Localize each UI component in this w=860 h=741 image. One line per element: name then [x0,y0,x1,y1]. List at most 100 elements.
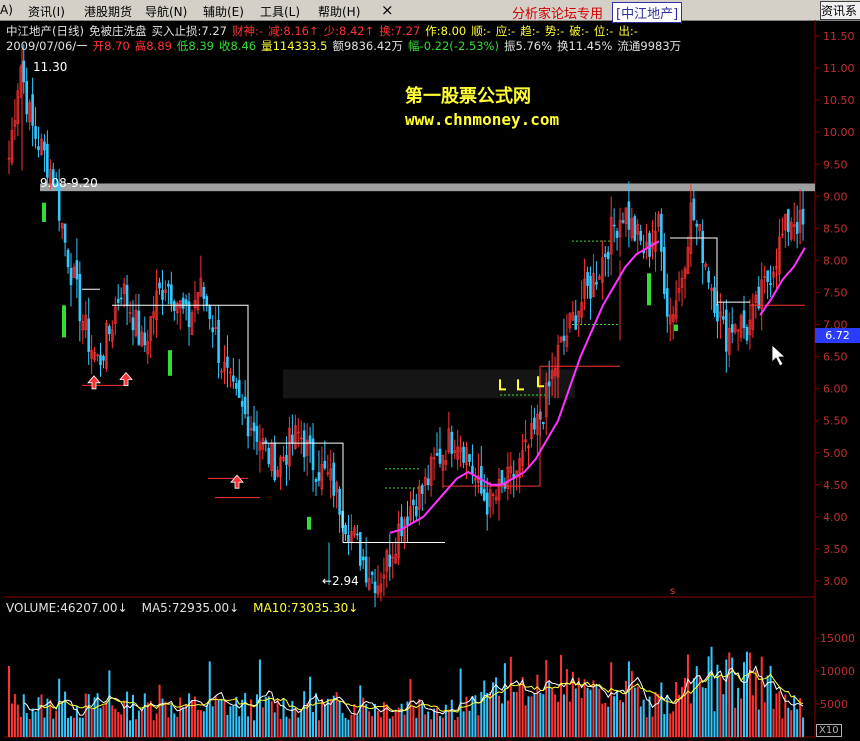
candle-body [468,454,471,462]
volume-bar [96,693,99,737]
candle-body [143,332,147,346]
resistance-band [40,183,815,192]
candle-body [358,532,362,566]
volume-bar [757,709,760,737]
volume-bar [155,713,158,737]
volume-legend: VOLUME:46207.00↓ MA5:72935.00↓ MA10:73035.… [6,601,372,615]
candle-body [314,479,318,482]
volume-bar [462,711,465,737]
volume-bar [238,716,241,737]
volume-bar [686,654,689,737]
volume-bar [477,715,480,737]
signal-bar [674,324,678,331]
volume-bar [309,676,312,737]
volume-bar [164,701,167,737]
volume-bar [55,710,58,737]
volume-bar [400,703,403,737]
volume-bar [430,719,433,737]
volume-bar [737,687,740,737]
indicator-field-9: 应:- [495,24,516,38]
volume-bar [633,687,636,737]
volume-bar [781,718,784,737]
price-tick-label: 3.00 [823,575,848,588]
volume-bar [81,717,84,737]
volume-bar [427,711,430,737]
volume-bar [713,711,716,737]
candle-body [533,417,536,430]
volume-bar [102,705,105,737]
volume-bar [264,697,267,737]
candle-body [633,216,637,241]
volume-bar [31,708,34,737]
indicator-field-12: 破:- [569,24,589,38]
volume-bar [312,711,315,737]
volume-bar [506,700,509,737]
volume-bar [114,708,117,737]
volume-bar [338,700,341,737]
candle-body [388,554,392,567]
volume-bar [229,706,232,737]
candle-body [158,282,161,289]
volume-bar [551,687,554,737]
volume-bar [663,714,666,737]
volume-bar [149,701,152,737]
volume-bar [471,696,474,737]
volume-bar [568,701,571,737]
volume-bar [61,702,64,737]
volume-bar [371,716,374,737]
low-price-label: ←2.94 [322,574,359,588]
candle-body [332,462,336,496]
quote-header: 2009/07/06/一 开8.70 高8.89 低8.39 收8.46 量114333.… [6,38,686,54]
price-tick-label: 9.50 [823,158,848,171]
volume-bar [627,661,630,737]
volume-bar [279,718,282,737]
volume-bar [595,684,598,737]
volume-bar [10,703,13,737]
volume-bar [326,698,329,737]
volume-bar [211,706,214,737]
candle-body [46,143,49,178]
quote-field-10: 流通9983万 [617,39,682,53]
volume-bar [728,652,731,737]
price-tick-label: 11.00 [823,62,855,75]
volume-bar [527,696,530,737]
candle-body [361,556,365,561]
volume-bar [359,685,362,737]
volume-bar [557,701,560,737]
volume-bar [244,692,247,737]
quote-field-1: 开8.70 [92,39,130,53]
volume-bar [199,710,202,737]
volume-bar [394,710,397,737]
volume-bar [120,714,123,737]
quote-field-7: 幅-0.22(-2.53%) [408,39,499,53]
volume-bar [43,717,46,737]
candle-body [161,289,164,300]
volume-bar [379,717,382,737]
quote-field-4: 收8.46 [219,39,257,53]
volume-bar [188,693,191,737]
buy-arrow-icon [119,371,133,387]
candle-body [25,81,29,115]
volume-bar [167,717,170,737]
candle-body [205,296,209,307]
resistance-band-label: 9.08-9.20 [40,176,98,190]
candle-body [31,94,34,126]
volume-bar [270,701,273,737]
volume-bar [518,683,521,737]
volume-bar [214,696,217,737]
volume-bar [152,720,155,737]
candle-body [627,201,631,230]
volume-bar [678,694,681,737]
volume-bar [745,651,748,737]
volume-bar [441,717,444,737]
volume-bar [78,717,81,737]
volume-bar [651,716,654,737]
candle-body [482,488,486,501]
volume-bar [769,665,772,737]
volume-tick-label: 5000 [820,698,848,711]
price-tick-label: 6.50 [823,351,848,364]
candle-body [426,478,430,485]
candle-body [211,327,214,333]
candle-body [562,335,566,341]
candle-body [78,273,82,322]
